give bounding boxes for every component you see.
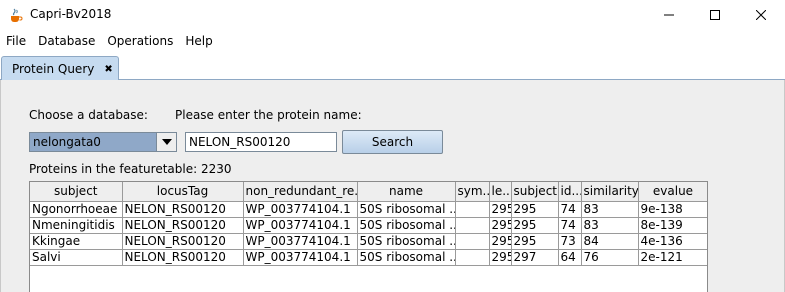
column-header-non-redundant[interactable]: non_redundant_re... xyxy=(243,182,358,202)
table-cell[interactable]: 295 xyxy=(511,217,559,234)
protein-name-input[interactable] xyxy=(185,132,337,152)
table-cell[interactable]: 73 xyxy=(558,233,582,250)
table-cell[interactable]: NELON_RS00120 xyxy=(122,217,244,234)
tab-strip: Protein Query ✖ xyxy=(0,52,785,81)
table-cell[interactable]: WP_003774104.1 xyxy=(243,249,358,266)
table-cell[interactable]: 74 xyxy=(558,201,582,218)
menu-file[interactable]: File xyxy=(3,34,29,48)
table-cell[interactable]: 295 xyxy=(511,233,559,250)
java-cup-icon xyxy=(8,7,24,23)
table-cell[interactable] xyxy=(455,201,490,218)
table-cell[interactable]: Ngonorrhoeae xyxy=(30,201,123,218)
close-icon xyxy=(756,10,766,20)
database-select[interactable]: nelongata0 xyxy=(29,132,177,152)
tab-close-icon[interactable]: ✖ xyxy=(104,64,112,75)
column-header-subject-length[interactable]: subject... xyxy=(511,182,559,202)
search-button[interactable]: Search xyxy=(342,130,443,154)
table-cell[interactable]: 74 xyxy=(558,217,582,234)
table-cell[interactable]: 2e-121 xyxy=(638,249,707,266)
table-row[interactable]: Ngonorrhoeae NELON_RS00120 WP_003774104.… xyxy=(30,201,707,218)
table-cell[interactable]: 295 xyxy=(511,201,559,218)
maximize-button[interactable] xyxy=(692,0,738,30)
choose-database-label: Choose a database: xyxy=(29,108,148,122)
window-title: Capri-Bv2018 xyxy=(30,7,112,21)
table-cell[interactable] xyxy=(455,217,490,234)
column-header-identity[interactable]: id... xyxy=(558,182,582,202)
tab-protein-query[interactable]: Protein Query ✖ xyxy=(1,56,119,81)
table-cell[interactable]: 4e-136 xyxy=(638,233,707,250)
table-cell[interactable]: Nmeningitidis xyxy=(30,217,123,234)
column-header-evalue[interactable]: evalue xyxy=(638,182,707,202)
menu-help[interactable]: Help xyxy=(182,34,215,48)
table-cell[interactable]: 83 xyxy=(581,201,639,218)
maximize-icon xyxy=(710,10,720,20)
table-header-row: subject locusTag non_redundant_re... nam… xyxy=(30,182,707,202)
table-cell[interactable]: 295 xyxy=(489,217,512,234)
table-row[interactable]: Nmeningitidis NELON_RS00120 WP_003774104… xyxy=(30,217,707,234)
table-cell[interactable]: WP_003774104.1 xyxy=(243,233,358,250)
table-cell[interactable]: 84 xyxy=(581,233,639,250)
protein-name-label: Please enter the protein name: xyxy=(175,108,362,122)
protein-query-panel: Choose a database: Please enter the prot… xyxy=(0,80,785,292)
menu-database[interactable]: Database xyxy=(35,34,98,48)
database-select-value: nelongata0 xyxy=(30,133,156,151)
table-cell[interactable] xyxy=(455,249,490,266)
table-cell[interactable]: 295 xyxy=(489,249,512,266)
table-cell[interactable]: WP_003774104.1 xyxy=(243,217,358,234)
minimize-icon xyxy=(664,14,674,16)
results-table: subject locusTag non_redundant_re... nam… xyxy=(29,181,708,292)
column-header-length[interactable]: le... xyxy=(489,182,512,202)
table-cell[interactable]: 9e-138 xyxy=(638,201,707,218)
table-cell[interactable]: 83 xyxy=(581,217,639,234)
minimize-button[interactable] xyxy=(646,0,692,30)
title-bar: Capri-Bv2018 xyxy=(0,0,785,30)
close-window-button[interactable] xyxy=(738,0,784,30)
proteins-count-label: Proteins in the featuretable: 2230 xyxy=(29,162,232,176)
table-cell[interactable]: 8e-139 xyxy=(638,217,707,234)
column-header-subject[interactable]: subject xyxy=(30,182,123,202)
table-cell[interactable] xyxy=(455,233,490,250)
table-cell[interactable]: Salvi xyxy=(30,249,123,266)
table-cell[interactable]: 50S ribosomal ... xyxy=(357,249,456,266)
menu-operations[interactable]: Operations xyxy=(104,34,176,48)
table-cell[interactable]: 50S ribosomal ... xyxy=(357,233,456,250)
column-header-name[interactable]: name xyxy=(357,182,456,202)
table-cell[interactable]: 64 xyxy=(558,249,582,266)
table-cell[interactable]: Kkingae xyxy=(30,233,123,250)
tab-label: Protein Query xyxy=(12,62,95,76)
table-cell[interactable]: NELON_RS00120 xyxy=(122,201,244,218)
table-row[interactable]: Kkingae NELON_RS00120 WP_003774104.1 50S… xyxy=(30,233,707,250)
table-cell[interactable]: 76 xyxy=(581,249,639,266)
menu-bar: File Database Operations Help xyxy=(0,30,785,52)
table-cell[interactable]: 297 xyxy=(511,249,559,266)
table-row[interactable]: Salvi NELON_RS00120 WP_003774104.1 50S r… xyxy=(30,249,707,266)
table-cell[interactable]: NELON_RS00120 xyxy=(122,233,244,250)
table-cell[interactable]: 50S ribosomal ... xyxy=(357,201,456,218)
table-cell[interactable]: NELON_RS00120 xyxy=(122,249,244,266)
table-cell[interactable]: 295 xyxy=(489,233,512,250)
table-cell[interactable]: 50S ribosomal ... xyxy=(357,217,456,234)
column-header-locustag[interactable]: locusTag xyxy=(122,182,244,202)
column-header-symbol[interactable]: sym... xyxy=(455,182,490,202)
table-cell[interactable]: 295 xyxy=(489,201,512,218)
chevron-down-icon[interactable] xyxy=(156,133,176,151)
table-cell[interactable]: WP_003774104.1 xyxy=(243,201,358,218)
column-header-similarity[interactable]: similarity xyxy=(581,182,639,202)
